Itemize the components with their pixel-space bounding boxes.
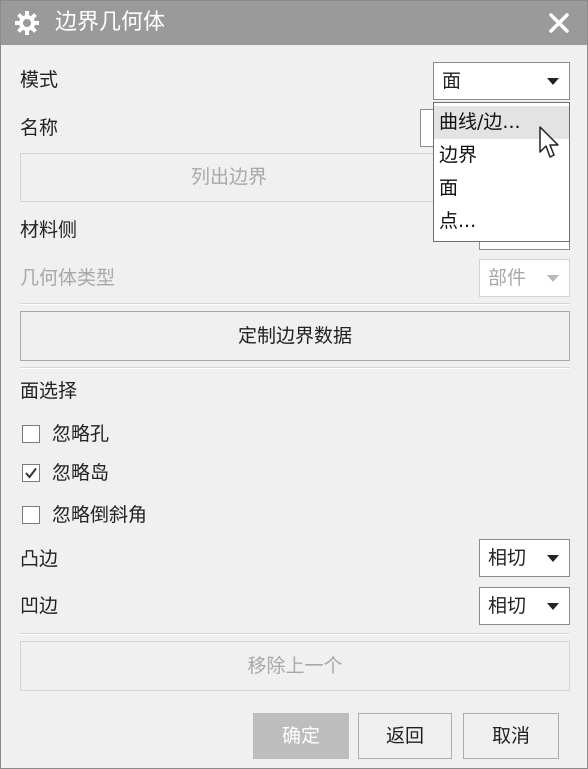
mode-label: 模式 (20, 69, 59, 91)
back-button[interactable]: 返回 (358, 713, 452, 759)
dialog-title: 边界几何体 (55, 10, 166, 35)
divider (20, 367, 570, 369)
ignore-islands-checkbox[interactable] (22, 464, 40, 482)
gear-icon (15, 11, 39, 35)
chevron-down-icon (547, 555, 559, 562)
ignore-chamfers-label: 忽略倒斜角 (52, 504, 148, 526)
ignore-holes-label: 忽略孔 (52, 423, 110, 445)
concave-edge-select[interactable]: 相切 (479, 587, 570, 625)
mouse-cursor-icon (539, 126, 559, 158)
concave-edge-label: 凹边 (20, 595, 59, 617)
concave-edge-value: 相切 (488, 595, 527, 617)
convex-edge-label: 凸边 (20, 548, 59, 570)
convex-edge-select[interactable]: 相切 (479, 539, 570, 577)
remove-previous-button[interactable]: 移除上一个 (20, 641, 570, 691)
list-boundary-button[interactable]: 列出边界 (20, 153, 438, 202)
face-selection-label: 面选择 (20, 380, 78, 402)
boundary-geometry-dialog: 边界几何体 模式 面 名称 列出边界 材料侧 几何体类型 部件 定制边界数据 面… (0, 0, 588, 769)
chevron-down-icon (547, 275, 559, 282)
dropdown-option-point[interactable]: 点... (434, 205, 569, 238)
close-icon[interactable] (543, 7, 575, 39)
divider (20, 303, 570, 305)
ignore-chamfers-checkbox[interactable] (22, 506, 40, 524)
title-bar[interactable]: 边界几何体 (1, 1, 587, 45)
geometry-type-value: 部件 (488, 267, 527, 289)
dropdown-option-face[interactable]: 面 (434, 172, 569, 205)
ignore-holes-checkbox[interactable] (22, 425, 40, 443)
name-label: 名称 (20, 117, 59, 139)
chevron-down-icon (547, 603, 559, 610)
divider (20, 633, 570, 635)
mode-dropdown-list: 曲线/边... 边界 面 点... (433, 102, 570, 242)
chevron-down-icon (547, 78, 559, 85)
material-side-label: 材料侧 (20, 219, 78, 241)
checkmark-icon (25, 467, 37, 479)
geometry-type-select[interactable]: 部件 (479, 259, 570, 297)
ignore-islands-label: 忽略岛 (52, 462, 110, 484)
geometry-type-label: 几何体类型 (20, 267, 116, 289)
convex-edge-value: 相切 (488, 547, 527, 569)
cancel-button[interactable]: 取消 (463, 713, 559, 759)
ok-button[interactable]: 确定 (253, 713, 349, 759)
mode-select-value: 面 (442, 70, 462, 92)
custom-boundary-data-button[interactable]: 定制边界数据 (20, 311, 570, 361)
mode-select[interactable]: 面 (433, 62, 570, 100)
